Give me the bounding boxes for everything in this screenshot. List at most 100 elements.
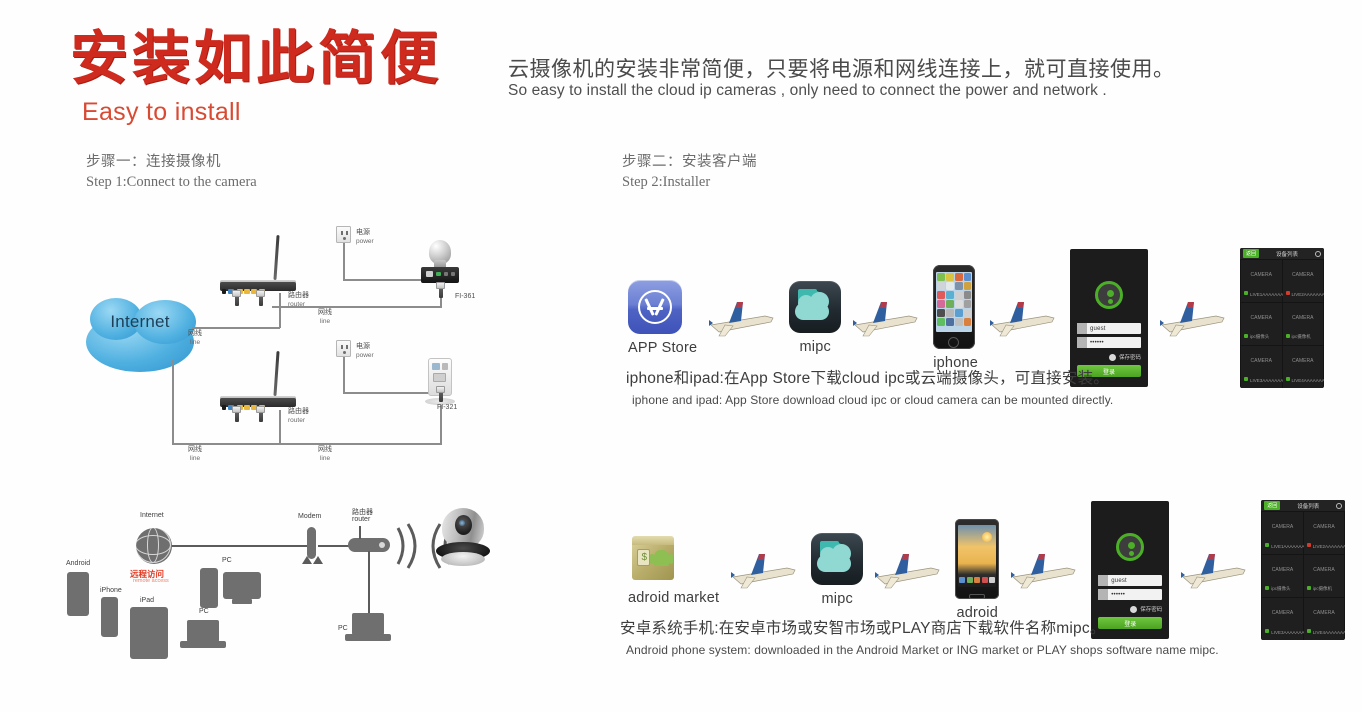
camera-cell[interactable]: CAMERA LIVE1AAAAAAA xyxy=(1241,260,1284,302)
modem-foot-left xyxy=(302,556,312,564)
remote-access-label-en: remote access xyxy=(133,578,169,584)
checkbox-icon[interactable] xyxy=(1130,605,1138,613)
modem-device-icon xyxy=(307,527,316,559)
camera-name: CAMERA xyxy=(1250,315,1272,321)
remember-password-checkbox[interactable]: 保存密码 xyxy=(1130,605,1162,613)
camera-cell[interactable]: CAMERA ipc摄像机 xyxy=(1303,555,1345,597)
camera-cell[interactable]: CAMERA LIVE4AAAAAAA xyxy=(1282,346,1324,388)
mipc-app-icon[interactable] xyxy=(789,281,842,333)
rj45-plug-icon xyxy=(436,386,445,402)
status-dot-offline xyxy=(1285,291,1290,295)
android-caption: 安卓系统手机:在安卓市场或安智市场或PLAY商店下载软件名称mipc。 Andr… xyxy=(620,618,1219,660)
app-store-label: APP Store xyxy=(628,340,698,356)
remember-password-label: 保存密码 xyxy=(1118,355,1141,361)
app-titlebar: 返回 设备列表 xyxy=(1240,248,1324,259)
camera-id: LIVE1AAAAAAA xyxy=(1250,292,1284,297)
airplane-icon xyxy=(731,554,796,589)
power-socket-icon-1 xyxy=(336,226,351,243)
page-title-en: Easy to install xyxy=(82,98,241,126)
rj45-plug-icon xyxy=(436,282,445,298)
app-store-icon[interactable] xyxy=(628,280,682,334)
ios-install-flow: APP Store mipc iphone guest •••••• 保存密码 … xyxy=(628,248,1324,388)
android-market-item[interactable]: adroid market xyxy=(628,534,719,606)
status-dot-online xyxy=(1265,586,1270,590)
line-label-3: 网线 line xyxy=(188,446,202,462)
password-value: •••••• xyxy=(1090,339,1104,346)
mipc-app-icon[interactable] xyxy=(811,533,864,585)
camera-cell[interactable]: CAMERA LIVE3AAAAAAA xyxy=(1241,346,1284,388)
username-field[interactable]: guest xyxy=(1077,323,1141,334)
camera-name: CAMERA xyxy=(1250,358,1272,364)
wire-power2-to-camera2 xyxy=(343,392,435,394)
line-label-1: 网线 line xyxy=(188,330,202,346)
password-field[interactable]: •••••• xyxy=(1077,337,1141,348)
android-home-screen xyxy=(958,525,997,587)
camera-list-screenshot: 返回 设备列表 CAMERA LIVE1AAAAAAA CAMERA LIVE2… xyxy=(1240,248,1324,388)
router-label-2: 路由器 router xyxy=(288,408,309,424)
camera-id: LIVE3AAAAAAA xyxy=(1250,378,1284,383)
camera-name: CAMERA xyxy=(1271,524,1294,530)
user-avatar-icon xyxy=(1095,281,1123,309)
step-2-heading: 步骤二：安装客户端 Step 2:Installer xyxy=(622,152,757,192)
camera-name: CAMERA xyxy=(1313,567,1335,573)
status-dot-online xyxy=(1265,543,1270,547)
camera-cell[interactable]: CAMERA LIVE2AAAAAAA xyxy=(1282,260,1324,302)
app-titlebar: 返回 设备列表 xyxy=(1261,500,1346,511)
camera-name: CAMERA xyxy=(1271,610,1294,616)
app-store-item[interactable]: APP Store xyxy=(628,280,697,356)
android-phone-shape xyxy=(67,572,89,616)
password-field[interactable]: •••••• xyxy=(1098,589,1163,600)
device-label-pc-3: PC xyxy=(338,625,348,632)
camera-cell[interactable]: CAMERA ipc摄像机 xyxy=(1282,303,1323,345)
lock-icon xyxy=(1077,337,1087,348)
wire-router2-drop xyxy=(279,410,281,444)
android-market-icon[interactable] xyxy=(628,534,678,584)
camera-cell[interactable]: CAMERA LIVE3AAAAAAA xyxy=(1262,598,1305,640)
airplane-icon xyxy=(990,302,1055,337)
lock-icon xyxy=(1098,589,1109,600)
status-dot-online xyxy=(1285,334,1290,338)
mipc-app-item[interactable]: mipc xyxy=(811,533,864,607)
camera-id: LIVE4AAAAAAA xyxy=(1312,630,1346,635)
password-value: •••••• xyxy=(1111,591,1126,598)
pc-monitor-stand xyxy=(232,599,252,604)
back-button[interactable]: 返回 xyxy=(1264,501,1281,510)
gear-icon[interactable] xyxy=(1315,250,1321,257)
camera-id: ipc摄像头 xyxy=(1271,586,1291,591)
android-device-item: adroid xyxy=(955,519,1000,621)
device-label-android: Android xyxy=(66,560,91,567)
gear-icon[interactable] xyxy=(1336,502,1343,509)
camera-id: ipc摄像机 xyxy=(1312,586,1333,591)
back-button[interactable]: 返回 xyxy=(1243,249,1260,258)
status-dot-online xyxy=(1306,629,1311,633)
status-dot-online xyxy=(1285,377,1290,381)
android-caption-en: Android phone system: downloaded in the … xyxy=(626,643,1219,657)
step-2-label-en: Step 2:Installer xyxy=(622,174,711,190)
remember-password-checkbox[interactable]: 保存密码 xyxy=(1108,353,1141,361)
internet-cloud-label: Internet xyxy=(110,312,170,331)
step-1-heading: 步骤一：连接摄像机 Step 1:Connect to the camera xyxy=(86,152,257,192)
camera-cell[interactable]: CAMERA LIVE1AAAAAAA xyxy=(1262,512,1305,554)
username-field[interactable]: guest xyxy=(1098,575,1163,586)
camera-cell[interactable]: CAMERA ipc摄像头 xyxy=(1241,303,1282,345)
step-1-label-en: Step 1:Connect to the camera xyxy=(86,174,257,190)
step-2-label-cn: 步骤二：安装客户端 xyxy=(622,154,757,170)
internet-label-bottom: Internet xyxy=(140,512,164,519)
mipc-app-item[interactable]: mipc xyxy=(789,281,842,355)
camera-id: ipc摄像机 xyxy=(1291,334,1311,339)
laptop-screen-shape xyxy=(187,620,219,642)
username-value: guest xyxy=(1111,577,1127,584)
user-avatar-icon xyxy=(1116,533,1145,561)
camera-cell[interactable]: CAMERA LIVE4AAAAAAA xyxy=(1303,598,1346,640)
ptz-camera-icon xyxy=(432,508,494,570)
camera-cell[interactable]: CAMERA ipc摄像头 xyxy=(1262,555,1303,597)
checkbox-icon[interactable] xyxy=(1108,353,1116,361)
device-label-ipad: iPad xyxy=(140,597,155,604)
ios-caption-cn: iphone和ipad:在App Store下载cloud ipc或云端摄像头，… xyxy=(626,370,1109,387)
weather-widget-icon xyxy=(982,532,993,542)
status-dot-online xyxy=(1244,377,1248,381)
laptop-screen-shape-2 xyxy=(352,613,384,635)
laptop-base-shape xyxy=(180,641,226,648)
camera-cell[interactable]: CAMERA LIVE2AAAAAAA xyxy=(1303,512,1345,554)
camera-name: CAMERA xyxy=(1250,272,1272,278)
